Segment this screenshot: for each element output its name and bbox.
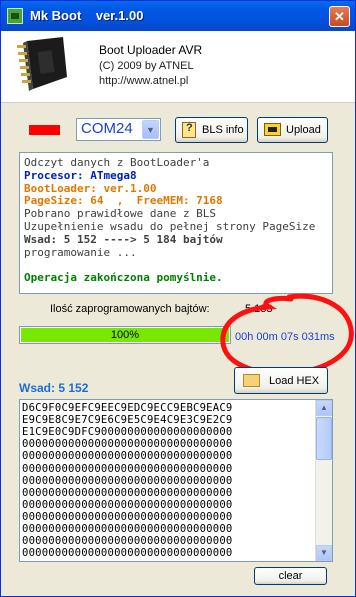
- hex-line: 00000000000000000000000000000000: [22, 438, 233, 451]
- main-window: Mk Boot ver.1.00 ✕ Boot Uploader AVR (C)…: [0, 0, 356, 597]
- connection-status-indicator: [29, 125, 60, 135]
- log-line: Pobrano prawidłowe dane z BLS: [24, 207, 217, 221]
- close-icon: ✕: [334, 9, 345, 24]
- folder-icon: [243, 374, 260, 387]
- hex-line: 00000000000000000000000000000000: [22, 474, 233, 487]
- bls-info-label: BLS info: [202, 124, 244, 136]
- hex-line: D6C9F0C9EFC9EEC9EDC9ECC9EBC9EAC9: [22, 402, 233, 414]
- hex-viewer[interactable]: D6C9F0C9EFC9EEC9EDC9ECC9EBC9EAC9 E9C9E8C9…: [19, 399, 333, 562]
- wsad-label: Wsad: 5 152: [19, 381, 89, 395]
- scroll-down-icon[interactable]: ▼: [316, 545, 332, 561]
- hex-line: 00000000000000000000000000000000: [22, 510, 233, 523]
- log-line: PageSize: 64 , FreeMEM: 7168: [24, 194, 223, 208]
- header-panel: Boot Uploader AVR (C) 2009 by ATNEL http…: [1, 31, 355, 103]
- hex-line: 00000000000000000000000000000000: [22, 523, 233, 535]
- hex-line: 00000000000000000000000000000000: [22, 535, 233, 548]
- copyright-text: (C) 2009 by ATNEL: [99, 60, 194, 72]
- scroll-up-icon[interactable]: ▲: [316, 400, 332, 416]
- scroll-thumb[interactable]: [316, 417, 332, 460]
- app-icon: [7, 8, 23, 24]
- hex-line: 00000000000000000000000000000000: [22, 547, 233, 560]
- load-hex-label: Load HEX: [269, 375, 320, 387]
- progress-bar: 100%: [19, 326, 231, 344]
- upload-label: Upload: [286, 124, 321, 136]
- hex-line: 00000000000000000000000000000000: [22, 486, 233, 499]
- elapsed-time: 00h 00m 07s 031ms: [235, 331, 335, 343]
- clear-label: clear: [278, 570, 303, 582]
- bls-info-button[interactable]: BLS info: [175, 117, 248, 143]
- log-line: BootLoader: ver.1.00: [24, 181, 157, 195]
- log-line: Odczyt danych z BootLoader'a: [24, 156, 210, 169]
- log-line: programowanie ...: [24, 245, 137, 259]
- log-line: Uzupełnienie wsadu do pełnej strony Page…: [24, 220, 316, 233]
- product-title: Boot Uploader AVR: [99, 43, 203, 57]
- hex-line: E1C9E0C9DFC900000000000000000000: [22, 426, 233, 439]
- upload-button[interactable]: Upload: [257, 117, 328, 143]
- clear-button[interactable]: clear: [254, 567, 327, 585]
- window-title: Mk Boot ver.1.00: [30, 8, 144, 23]
- log-line: Operacja zakończona pomyślnie.: [24, 271, 223, 285]
- hex-line: 00000000000000000000000000000000: [22, 498, 233, 511]
- chip-upload-icon: [264, 123, 281, 136]
- hex-line: E9C9E8C9E7C9E6C9E5C9E4C9E3C9E2C9: [22, 414, 233, 427]
- hex-line: 00000000000000000000000000000000: [22, 462, 233, 475]
- programmed-bytes-label: Ilość zaprogramowanych bajtów:: [50, 303, 210, 315]
- com-port-select[interactable]: COM24 ▼: [76, 118, 161, 141]
- programmed-bytes-value: 5 183: [245, 303, 273, 315]
- progress-percent: 100%: [110, 329, 140, 341]
- website-link[interactable]: http://www.atnel.pl: [99, 75, 188, 87]
- log-line: Wsad: 5 152 ----> 5 184 bajtów: [24, 232, 223, 246]
- log-output[interactable]: Odczyt danych z BootLoader'a Procesor: AT…: [19, 152, 333, 294]
- hex-line: 00000000000000000000000000000000: [22, 450, 233, 463]
- vertical-scrollbar[interactable]: ▲ ▼: [315, 400, 332, 561]
- info-icon: [182, 122, 196, 138]
- load-hex-button[interactable]: Load HEX: [234, 367, 328, 394]
- chip-icon: [17, 37, 67, 91]
- log-line: Procesor: ATmega8: [24, 168, 137, 182]
- com-port-value: COM24: [81, 120, 133, 137]
- close-button[interactable]: ✕: [329, 6, 350, 27]
- chevron-down-icon[interactable]: ▼: [142, 120, 159, 139]
- title-bar[interactable]: Mk Boot ver.1.00 ✕: [1, 1, 355, 31]
